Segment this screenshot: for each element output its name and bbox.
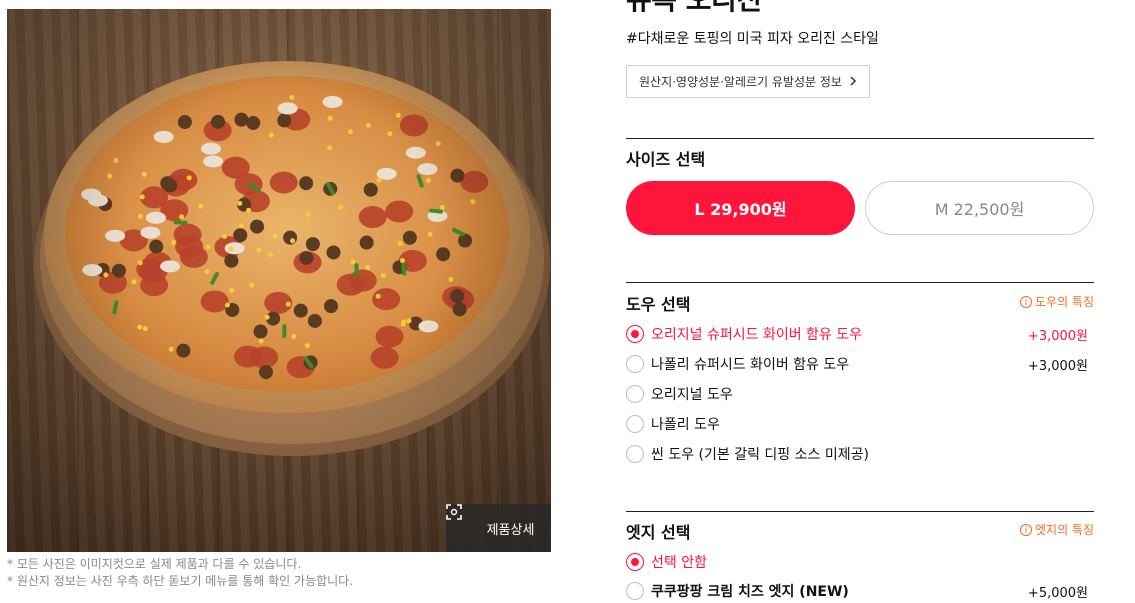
info-icon: i [1019, 295, 1032, 308]
dough-section-title: 도우 선택 [626, 295, 691, 314]
dough-option-label: 나폴리 도우 [651, 417, 720, 433]
divider [626, 138, 1094, 139]
dough-option[interactable]: 오리지널 슈퍼시드 화이버 함유 도우 +3,000원 [626, 322, 1088, 346]
info-icon: i [1019, 523, 1032, 536]
radio-icon [626, 415, 644, 433]
edge-option-label: 선택 안함 [651, 555, 707, 571]
photo-note: * 원산지 정보는 사진 우측 하단 돋보기 메뉴를 통해 확인 가능합니다. [7, 574, 354, 588]
dough-option-label: 씬 도우 (기본 갈릭 디핑 소스 미제공) [651, 447, 869, 463]
zoom-frame-icon [446, 504, 479, 536]
edge-option-label: 쿠쿠팡팡 크림 치즈 엣지 (NEW) [651, 584, 849, 600]
product-subtitle: #다채로운 토핑의 미국 피자 오리진 스타일 [626, 31, 879, 47]
radio-selected-icon [626, 553, 644, 571]
photo-note: * 모든 사진은 이미지컷으로 실제 제품과 다를 수 있습니다. [7, 557, 302, 571]
dough-info-link[interactable]: i 도우의 특징 [1019, 293, 1094, 310]
edge-section-title: 엣지 선택 [626, 523, 691, 542]
radio-icon [626, 385, 644, 403]
photo-notes: * 모든 사진은 이미지컷으로 실제 제품과 다를 수 있습니다. * 원산지 … [7, 556, 353, 590]
dough-option[interactable]: 나폴리 슈퍼시드 화이버 함유 도우 +3,000원 [626, 352, 1088, 376]
product-detail-label: 제품상세 [486, 522, 535, 538]
edge-option-price: +5,000원 [1027, 585, 1088, 601]
radio-selected-icon [626, 325, 644, 343]
product-detail-button[interactable]: 제품상세 [446, 504, 551, 552]
nutrition-info-label: 원산지·영양성분·알레르기 유발성분 정보 [639, 75, 842, 89]
dough-option-label: 오리지널 도우 [651, 387, 733, 403]
dough-option[interactable]: 씬 도우 (기본 갈릭 디핑 소스 미제공) [626, 442, 1088, 466]
edge-info-label: 엣지의 특징 [1034, 523, 1094, 537]
chevron-right-icon [850, 75, 857, 89]
dough-option-label: 나폴리 슈퍼시드 화이버 함유 도우 [651, 357, 850, 373]
dough-option[interactable]: 오리지널 도우 [626, 382, 1088, 406]
size-section-title: 사이즈 선택 [626, 150, 706, 169]
size-l-button[interactable]: L 29,900원 [626, 181, 855, 235]
dough-option[interactable]: 나폴리 도우 [626, 412, 1088, 436]
radio-icon [626, 445, 644, 463]
dough-option-label: 오리지널 슈퍼시드 화이버 함유 도우 [651, 327, 862, 343]
nutrition-info-button[interactable]: 원산지·영양성분·알레르기 유발성분 정보 [626, 65, 870, 98]
product-title: 뉴욕 오리진 [626, 0, 762, 18]
edge-option[interactable]: 선택 안함 [626, 550, 1088, 574]
radio-icon [626, 355, 644, 373]
divider [626, 511, 1094, 512]
edge-info-link[interactable]: i 엣지의 특징 [1019, 521, 1094, 538]
radio-icon [626, 582, 644, 600]
edge-option[interactable]: 쿠쿠팡팡 크림 치즈 엣지 (NEW) +5,000원 [626, 579, 1088, 603]
dough-info-label: 도우의 특징 [1034, 295, 1094, 309]
divider [626, 282, 1094, 283]
dough-option-price: +3,000원 [1027, 328, 1088, 344]
product-photo: 제품상세 [7, 9, 551, 552]
size-m-button[interactable]: M 22,500원 [865, 181, 1094, 235]
dough-option-price: +3,000원 [1027, 358, 1088, 374]
